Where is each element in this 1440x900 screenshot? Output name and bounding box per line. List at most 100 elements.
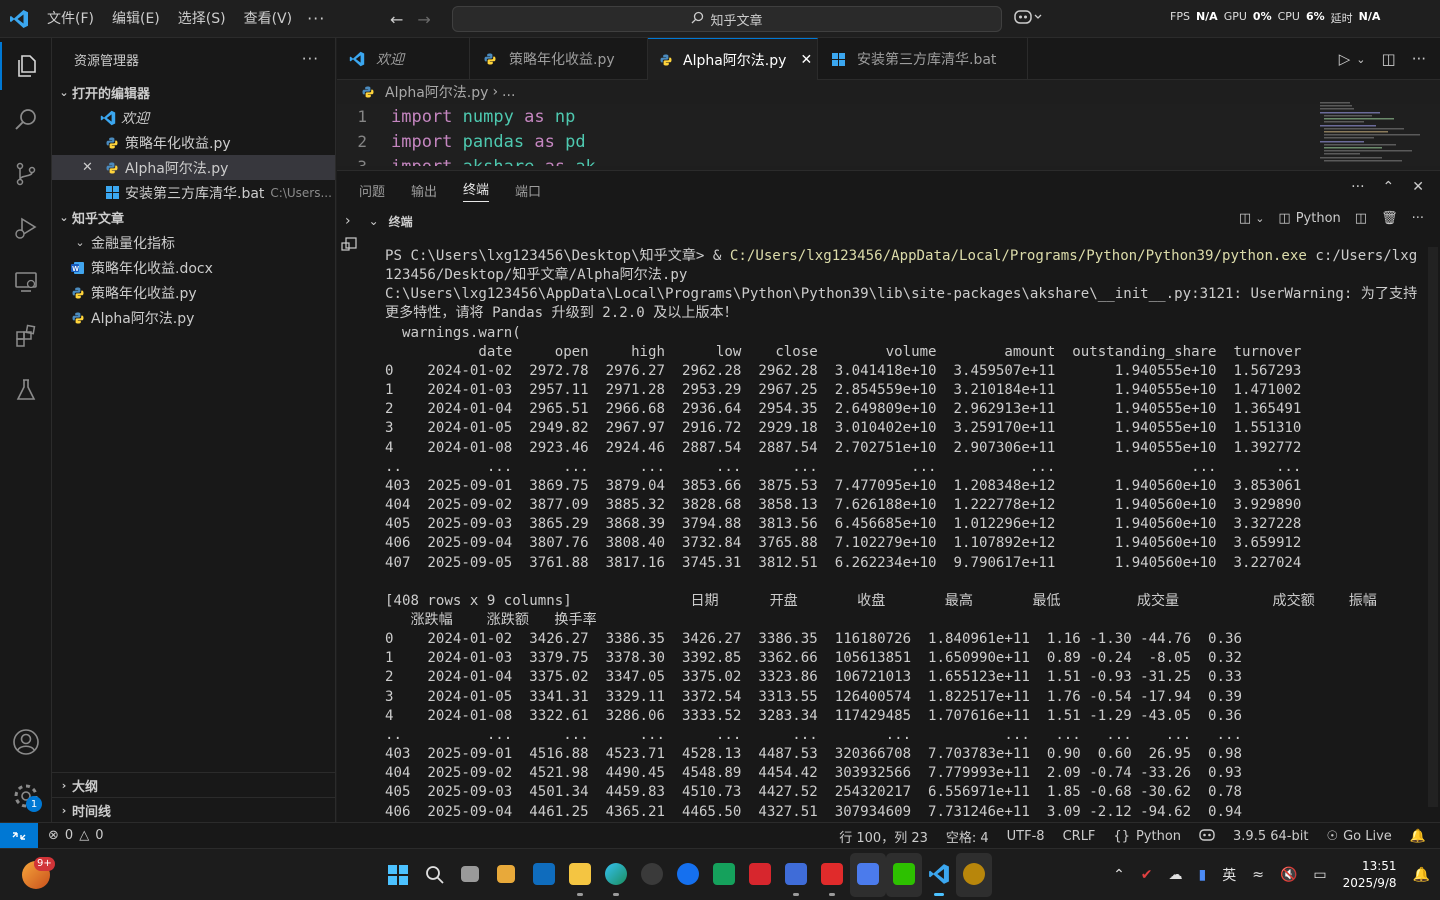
notification-center-icon[interactable]: 🔔: [1413, 867, 1430, 883]
tab-welcome[interactable]: 欢迎: [337, 38, 470, 80]
run-file-icon[interactable]: ▷: [1339, 50, 1351, 68]
chevron-right-icon[interactable]: ›: [345, 213, 351, 229]
file-explorer-icon[interactable]: [569, 863, 591, 885]
editor-more-icon[interactable]: ···: [1412, 50, 1426, 68]
split-icon[interactable]: ◫: [1355, 211, 1367, 226]
run-debug-icon[interactable]: [0, 204, 52, 252]
tab-terminal[interactable]: 终端: [463, 179, 490, 202]
app-icon[interactable]: [641, 863, 663, 885]
folder-item-alpha-py[interactable]: Alpha阿尔法.py: [52, 305, 335, 330]
panel-more-icon[interactable]: ···: [1351, 179, 1364, 195]
search-app-icon[interactable]: [857, 863, 879, 885]
notifications-bell-icon[interactable]: 🔔: [1410, 829, 1426, 844]
outlook-icon[interactable]: [533, 863, 555, 885]
terminal-output[interactable]: PS C:\Users\lxg123456\Desktop\知乎文章> & C:…: [385, 247, 1430, 823]
menu-selection[interactable]: 选择(S): [169, 0, 235, 38]
browser-icon[interactable]: [677, 863, 699, 885]
wifi-icon[interactable]: ≈: [1252, 867, 1264, 883]
volume-icon[interactable]: 🔇: [1280, 867, 1297, 883]
trash-icon[interactable]: 🗑: [1381, 211, 1398, 226]
indentation[interactable]: 空格: 4: [946, 827, 989, 846]
terminal-dropdown-icon[interactable]: ⌄: [1255, 212, 1264, 225]
battery-icon[interactable]: ▭: [1313, 867, 1326, 883]
clock[interactable]: 13:51 2025/9/8: [1343, 858, 1397, 892]
menu-file[interactable]: 文件(F): [38, 0, 103, 38]
vscode-taskbar-icon[interactable]: [928, 863, 950, 889]
tray-security-icon[interactable]: ▮: [1199, 867, 1207, 883]
source-control-icon[interactable]: [0, 150, 52, 198]
line-ending[interactable]: CRLF: [1063, 829, 1096, 844]
python-interpreter[interactable]: 3.9.5 64-bit: [1233, 829, 1308, 844]
task-view-icon[interactable]: [461, 866, 479, 882]
remote-explorer-icon[interactable]: [0, 258, 52, 306]
go-live-button[interactable]: ☉ Go Live: [1326, 829, 1391, 844]
calendar-app-icon[interactable]: [785, 863, 807, 885]
breadcrumb-symbol[interactable]: ...: [502, 84, 515, 100]
taskbar-search-icon[interactable]: [425, 865, 445, 889]
wps-icon[interactable]: [749, 863, 771, 885]
settings-gear-icon[interactable]: 1: [0, 772, 52, 820]
close-tab-icon[interactable]: ✕: [800, 52, 812, 68]
vscode-logo-icon[interactable]: [0, 0, 38, 38]
folder-item-strategy-py[interactable]: 策略年化收益.py: [52, 280, 335, 305]
close-panel-icon[interactable]: ✕: [1412, 179, 1424, 195]
folder-header[interactable]: ⌄ 知乎文章: [52, 205, 335, 230]
wechat-icon[interactable]: [893, 863, 915, 885]
testing-flask-icon[interactable]: [0, 366, 52, 414]
accounts-icon[interactable]: [0, 718, 52, 766]
menu-view[interactable]: 查看(V): [235, 0, 302, 38]
explorer-icon[interactable]: [0, 42, 52, 90]
extensions-icon[interactable]: [0, 312, 52, 360]
maximize-panel-icon[interactable]: ⌃: [1383, 179, 1395, 195]
menu-edit[interactable]: 编辑(E): [103, 0, 169, 38]
chevron-down-icon[interactable]: ⌄: [369, 214, 379, 228]
menu-more-icon[interactable]: ···: [307, 9, 325, 28]
outline-section[interactable]: › 大纲: [52, 772, 336, 797]
open-editors-header[interactable]: ⌄ 打开的编辑器: [52, 80, 335, 105]
open-editor-strategy-py[interactable]: 策略年化收益.py: [52, 130, 335, 155]
sidebar-more-icon[interactable]: ···: [302, 50, 319, 68]
open-editor-welcome[interactable]: 欢迎: [52, 105, 335, 130]
split-editor-icon[interactable]: ◫: [1382, 50, 1396, 68]
tab-problems[interactable]: 问题: [359, 181, 385, 200]
code-editor[interactable]: 1 import numpy as np 2 import pandas as …: [337, 104, 1440, 166]
open-editor-alpha-py[interactable]: ✕ Alpha阿尔法.py: [52, 155, 335, 180]
back-arrow-icon[interactable]: ←: [390, 10, 403, 29]
pdf-icon[interactable]: [821, 863, 843, 885]
timeline-section[interactable]: › 时间线: [52, 797, 336, 822]
ime-indicator[interactable]: 英: [1222, 865, 1236, 885]
terminal-instance[interactable]: ◫ Python: [1278, 211, 1340, 226]
terminal-more-icon[interactable]: ···: [1412, 211, 1424, 226]
tray-cloud-icon[interactable]: ☁: [1169, 867, 1183, 883]
tab-alpha-py[interactable]: Alpha阿尔法.py ✕: [648, 38, 818, 80]
tray-app-icon[interactable]: ✔: [1141, 867, 1153, 883]
folder-item-docx[interactable]: W 策略年化收益.docx: [52, 255, 335, 280]
split-terminal-icon[interactable]: ◫: [1239, 211, 1251, 226]
python-app-icon[interactable]: [963, 863, 985, 885]
remote-indicator-icon[interactable]: [0, 822, 38, 849]
terminal-scrollbar[interactable]: [1428, 247, 1438, 807]
copilot-status-icon[interactable]: [1199, 828, 1215, 845]
encoding[interactable]: UTF-8: [1007, 829, 1045, 844]
terminal-side-icon[interactable]: [341, 237, 357, 257]
edge-icon[interactable]: [605, 863, 627, 885]
close-editor-icon[interactable]: ✕: [82, 160, 93, 175]
run-dropdown-icon[interactable]: ⌄: [1356, 53, 1365, 66]
tab-strategy-py[interactable]: 策略年化收益.py: [470, 38, 648, 80]
spreadsheet-icon[interactable]: [713, 863, 735, 885]
breadcrumb-file[interactable]: Alpha阿尔法.py: [385, 82, 488, 102]
tab-output[interactable]: 输出: [411, 181, 437, 200]
start-button[interactable]: [388, 865, 408, 889]
minimap[interactable]: [1316, 100, 1426, 166]
widgets-icon[interactable]: [497, 865, 515, 883]
forward-arrow-icon[interactable]: →: [417, 10, 430, 29]
tab-bat[interactable]: 安装第三方库清华.bat: [818, 38, 1028, 80]
open-editor-bat[interactable]: 安装第三方库清华.bat C:\Users...: [52, 180, 335, 205]
cursor-position[interactable]: 行 100，列 23: [839, 827, 928, 846]
command-search-box[interactable]: 知乎文章: [452, 6, 1002, 32]
search-sidebar-icon[interactable]: [0, 96, 52, 144]
tab-ports[interactable]: 端口: [515, 181, 541, 200]
language-mode[interactable]: {} Python: [1113, 829, 1181, 844]
copilot-icon[interactable]: [1014, 8, 1042, 30]
folder-item-quant[interactable]: ⌄ 金融量化指标: [52, 230, 335, 255]
